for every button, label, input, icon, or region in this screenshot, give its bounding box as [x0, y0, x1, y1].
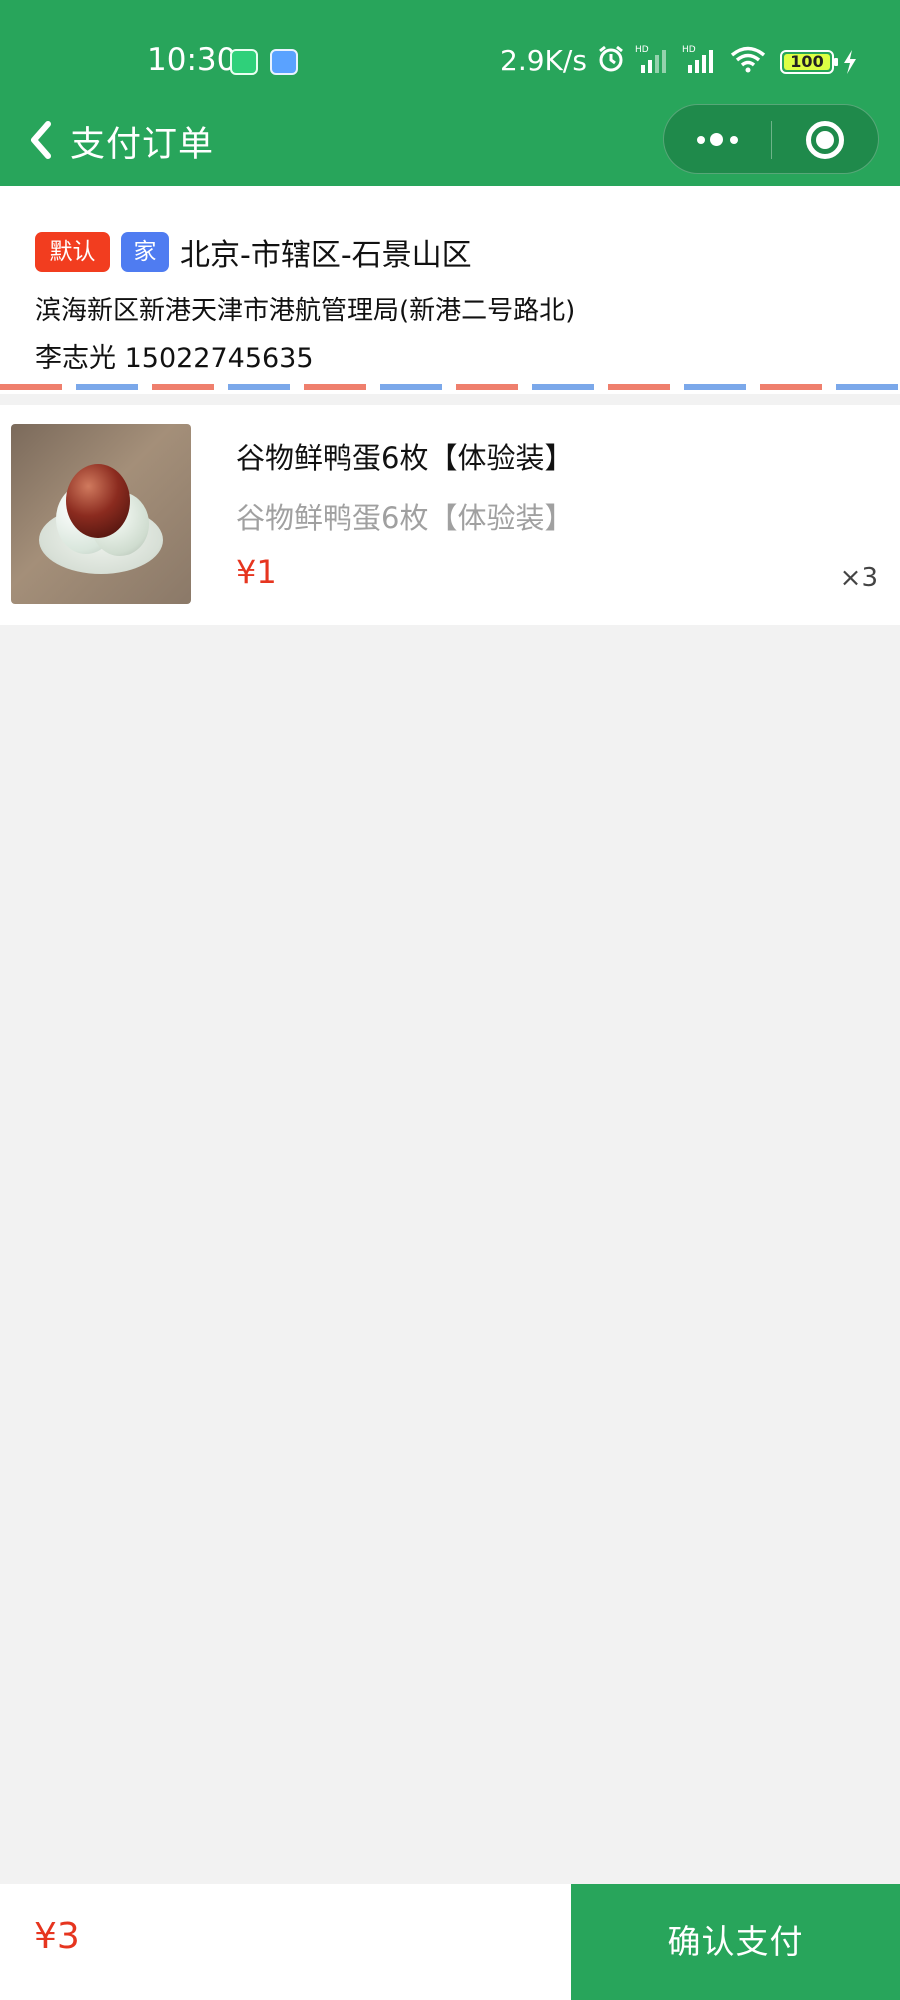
alarm-icon	[599, 45, 623, 72]
page-title: 支付订单	[70, 125, 215, 165]
address-region: 北京-市辖区-石景山区	[180, 238, 472, 273]
shield-app-icon	[230, 49, 258, 75]
bottom-bar: ¥3 确认支付	[0, 1884, 900, 2000]
product-spec: 谷物鲜鸭蛋6枚【体验装】	[236, 501, 574, 535]
svg-text:HD: HD	[682, 45, 696, 55]
cloud-app-icon	[270, 49, 298, 75]
mini-program-capsule	[663, 104, 879, 174]
default-tag: 默认	[35, 232, 110, 272]
product-image	[11, 424, 191, 604]
charging-icon	[844, 50, 856, 74]
hd-signal-icon: HD	[682, 45, 713, 73]
home-tag: 家	[121, 232, 169, 272]
status-time: 10:30	[147, 42, 237, 78]
svg-text:HD: HD	[635, 45, 649, 55]
hd-signal-icon: HD	[635, 45, 666, 73]
product-item: 谷物鲜鸭蛋6枚【体验装】 谷物鲜鸭蛋6枚【体验装】 ¥1 ×3	[0, 405, 900, 625]
target-icon[interactable]	[772, 105, 880, 175]
status-icons: HD HD	[596, 42, 767, 76]
wifi-icon	[730, 46, 766, 73]
product-name: 谷物鲜鸭蛋6枚【体验装】	[236, 441, 574, 475]
more-dots-icon[interactable]	[664, 105, 771, 175]
battery-level: 100	[790, 52, 824, 71]
address-card[interactable]: 默认 家 北京-市辖区-石景山区 滨海新区新港天津市港航管理局(新港二号路北) …	[0, 186, 900, 394]
address-contact: 李志光 15022745635	[35, 343, 314, 374]
airmail-stripe-divider	[0, 384, 900, 390]
chevron-left-icon[interactable]	[24, 118, 58, 162]
address-street: 滨海新区新港天津市港航管理局(新港二号路北)	[35, 296, 576, 326]
top-bar: 10:30 2.9K/s HD HD 100 支付订单	[0, 0, 900, 186]
network-speed: 2.9K/s	[500, 44, 587, 77]
product-price: ¥1	[236, 553, 277, 591]
battery-icon: 100	[780, 50, 838, 74]
confirm-pay-button[interactable]: 确认支付	[571, 1884, 900, 2000]
product-quantity: ×3	[839, 563, 878, 593]
order-total: ¥3	[34, 1916, 80, 1957]
